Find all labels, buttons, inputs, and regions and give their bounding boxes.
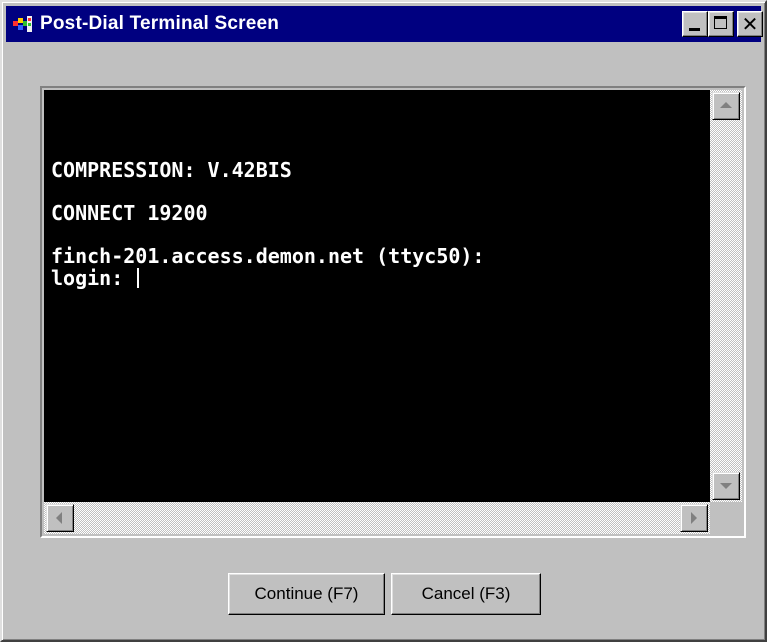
- arrow-down-icon: [720, 483, 732, 489]
- scroll-right-button[interactable]: [680, 504, 708, 532]
- close-icon: ✕: [741, 12, 759, 36]
- title-bar[interactable]: Post-Dial Terminal Screen ✕: [6, 6, 763, 42]
- arrow-up-icon: [720, 102, 732, 108]
- dial-up-app-icon: [13, 16, 32, 32]
- terminal-line: ​: [51, 225, 484, 247]
- login-prompt: login:: [51, 265, 136, 290]
- terminal-line: COMPRESSION: V.42BIS: [51, 158, 292, 182]
- horizontal-scrollbar[interactable]: [44, 502, 710, 534]
- arrow-left-icon: [56, 512, 62, 524]
- terminal-screen[interactable]: COMPRESSION: V.42BIS​CONNECT 19200​finch…: [44, 90, 710, 502]
- close-button[interactable]: ✕: [737, 11, 763, 37]
- post-dial-terminal-window: Post-Dial Terminal Screen ✕ COMPRESSION:…: [0, 0, 767, 642]
- maximize-icon: [714, 16, 727, 29]
- scroll-left-button[interactable]: [46, 504, 74, 532]
- terminal-output: COMPRESSION: V.42BIS​CONNECT 19200​finch…: [51, 158, 485, 290]
- arrow-right-icon: [691, 512, 697, 524]
- maximize-button[interactable]: [708, 11, 734, 37]
- terminal-frame: COMPRESSION: V.42BIS​CONNECT 19200​finch…: [40, 86, 746, 538]
- scrollbar-corner: [710, 502, 742, 534]
- minimize-button[interactable]: [682, 11, 708, 37]
- terminal-line: finch-201.access.demon.net (ttyc50):: [51, 244, 485, 268]
- minimize-icon: [689, 28, 700, 31]
- scroll-down-button[interactable]: [712, 472, 740, 500]
- cancel-button[interactable]: Cancel (F3): [391, 573, 541, 615]
- continue-button[interactable]: Continue (F7): [228, 573, 385, 615]
- terminal-line: ​: [51, 182, 484, 204]
- vertical-scrollbar[interactable]: [710, 90, 742, 502]
- window-title: Post-Dial Terminal Screen: [40, 13, 280, 34]
- scroll-up-button[interactable]: [712, 92, 740, 120]
- text-cursor: [137, 267, 140, 288]
- login-prompt-line: login:: [51, 265, 484, 290]
- terminal-line: CONNECT 19200: [51, 201, 208, 225]
